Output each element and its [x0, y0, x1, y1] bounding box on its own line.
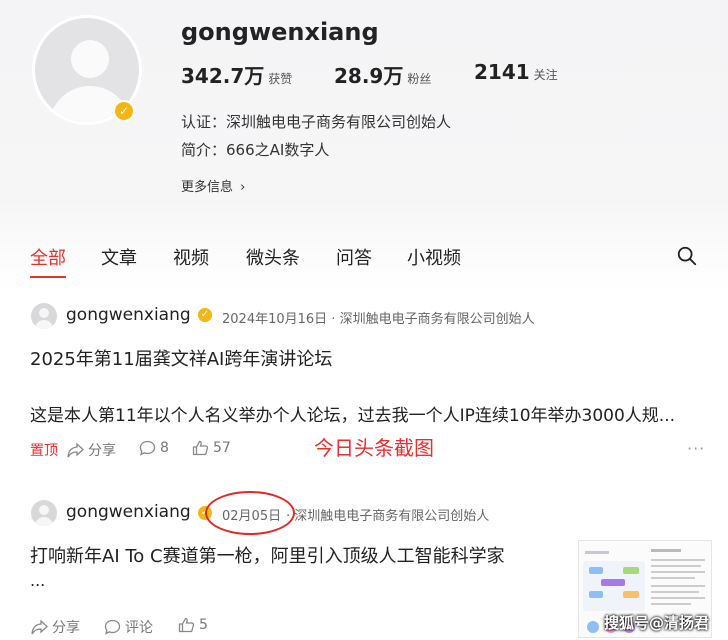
share-button[interactable]: 分享 [67, 440, 116, 460]
like-button[interactable]: 57 [192, 440, 231, 456]
tab-videos[interactable]: 视频 [173, 244, 209, 270]
tab-all[interactable]: 全部 [30, 244, 66, 270]
like-button[interactable]: 5 [178, 617, 208, 633]
share-icon [31, 619, 48, 634]
post-author-name[interactable]: gongwenxiang [66, 502, 191, 522]
tab-micro-posts[interactable]: 微头条 [246, 244, 300, 270]
comment-icon [104, 619, 121, 635]
thumbs-up-icon [178, 617, 195, 633]
post-org: · 深圳触电电子商务有限公司创始人 [286, 509, 490, 524]
post-author-name[interactable]: gongwenxiang [66, 305, 191, 325]
comment-button[interactable]: 评论 [104, 617, 153, 637]
post-author-avatar[interactable] [31, 303, 57, 329]
profile-username: gongwenxiang [181, 18, 379, 46]
search-icon[interactable] [676, 245, 698, 267]
post-author-avatar[interactable] [31, 500, 57, 526]
post-excerpt[interactable]: 这是本人第11年以个人名义举办个人论坛，过去我一个人IP连续10年举办3000人… [30, 401, 675, 426]
stat-following[interactable]: 2141 关注 [474, 60, 558, 84]
share-button[interactable]: 分享 [31, 617, 80, 637]
more-options-icon[interactable]: ··· [687, 439, 705, 458]
pinned-badge: 置顶 [30, 443, 58, 459]
profile-intro: 简介：666之AI数字人 [181, 141, 330, 159]
thumbs-up-icon [192, 440, 209, 456]
verified-badge-icon: ✓ [196, 306, 214, 324]
screenshot-annotation: 今日头条截图 [314, 436, 434, 460]
stat-likes: 342.7万 获赞 [181, 64, 293, 88]
tab-qa[interactable]: 问答 [336, 244, 372, 270]
post-title[interactable]: 打响新年AI To C赛道第一枪，阿里引入顶级人工智能科学家 [30, 542, 505, 568]
post-meta: 2024年10月16日 · 深圳触电电子商务有限公司创始人 [222, 312, 535, 327]
stat-followers[interactable]: 28.9万 粉丝 [334, 60, 431, 89]
comment-button[interactable]: 8 [139, 440, 169, 456]
post-title[interactable]: 2025年第11届龚文祥AI跨年演讲论坛 [30, 345, 332, 371]
more-info-link[interactable]: 更多信息 › [181, 176, 245, 195]
tab-articles[interactable]: 文章 [101, 244, 137, 270]
post-excerpt[interactable]: ... [30, 571, 45, 590]
verified-badge-icon: ✓ [113, 100, 135, 122]
chevron-right-icon: › [240, 180, 246, 195]
watermark: 搜狐号@清扬君 [604, 614, 710, 632]
tab-short-videos[interactable]: 小视频 [407, 244, 461, 270]
share-icon [67, 442, 84, 457]
date-highlight-circle [205, 491, 295, 535]
comment-icon [139, 440, 156, 456]
profile-certification: 认证：深圳触电电子商务有限公司创始人 [181, 113, 452, 131]
active-tab-indicator [30, 276, 66, 278]
